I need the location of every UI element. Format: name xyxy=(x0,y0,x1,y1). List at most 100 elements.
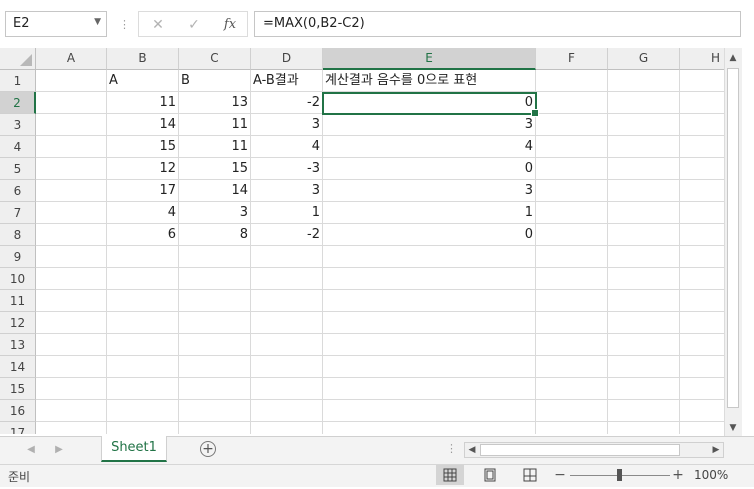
cell-g4[interactable] xyxy=(608,136,680,158)
cell-g2[interactable] xyxy=(608,92,680,114)
column-header-c[interactable]: C xyxy=(179,48,251,70)
cell-h17[interactable] xyxy=(680,422,724,434)
cell-d1[interactable]: A-B결과 xyxy=(251,70,323,92)
cell-b4[interactable]: 15 xyxy=(107,136,179,158)
scroll-left-icon[interactable]: ◀ xyxy=(466,443,478,457)
row-header-3[interactable]: 3 xyxy=(0,114,36,136)
cell-d6[interactable]: 3 xyxy=(251,180,323,202)
cell-f14[interactable] xyxy=(536,356,608,378)
cell-a12[interactable] xyxy=(36,312,107,334)
row-header-17[interactable]: 17 xyxy=(0,422,36,434)
row-header-10[interactable]: 10 xyxy=(0,268,36,290)
cell-c12[interactable] xyxy=(179,312,251,334)
cell-c16[interactable] xyxy=(179,400,251,422)
cell-a1[interactable] xyxy=(36,70,107,92)
zoom-in-button[interactable]: + xyxy=(672,466,684,484)
column-header-h[interactable]: H xyxy=(680,48,724,70)
cell-b13[interactable] xyxy=(107,334,179,356)
cell-c13[interactable] xyxy=(179,334,251,356)
cell-f1[interactable] xyxy=(536,70,608,92)
cell-h6[interactable] xyxy=(680,180,724,202)
cell-h9[interactable] xyxy=(680,246,724,268)
cell-f3[interactable] xyxy=(536,114,608,136)
cell-a6[interactable] xyxy=(36,180,107,202)
cell-h7[interactable] xyxy=(680,202,724,224)
scroll-down-icon[interactable]: ▼ xyxy=(727,422,739,434)
vertical-scroll-thumb[interactable] xyxy=(727,68,739,408)
cell-h16[interactable] xyxy=(680,400,724,422)
tab-sheet1[interactable]: Sheet1 xyxy=(101,436,167,462)
cell-h14[interactable] xyxy=(680,356,724,378)
row-header-9[interactable]: 9 xyxy=(0,246,36,268)
cell-e1[interactable]: 계산결과 음수를 0으로 표현 xyxy=(323,70,536,92)
select-all-corner[interactable] xyxy=(0,48,36,70)
zoom-slider-knob[interactable] xyxy=(617,469,622,481)
cell-d14[interactable] xyxy=(251,356,323,378)
cell-e8[interactable]: 0 xyxy=(323,224,536,246)
cell-h2[interactable] xyxy=(680,92,724,114)
cell-c7[interactable]: 3 xyxy=(179,202,251,224)
cell-g12[interactable] xyxy=(608,312,680,334)
cell-b5[interactable]: 12 xyxy=(107,158,179,180)
cell-g3[interactable] xyxy=(608,114,680,136)
cell-d11[interactable] xyxy=(251,290,323,312)
cell-f6[interactable] xyxy=(536,180,608,202)
cell-b7[interactable]: 4 xyxy=(107,202,179,224)
cell-a5[interactable] xyxy=(36,158,107,180)
row-header-16[interactable]: 16 xyxy=(0,400,36,422)
cell-f4[interactable] xyxy=(536,136,608,158)
cell-a3[interactable] xyxy=(36,114,107,136)
column-header-g[interactable]: G xyxy=(608,48,680,70)
cell-b1[interactable]: A xyxy=(107,70,179,92)
cell-e6[interactable]: 3 xyxy=(323,180,536,202)
selected-cell-e2[interactable] xyxy=(322,92,539,117)
cell-f8[interactable] xyxy=(536,224,608,246)
cell-f5[interactable] xyxy=(536,158,608,180)
cell-e5[interactable]: 0 xyxy=(323,158,536,180)
cell-g7[interactable] xyxy=(608,202,680,224)
cell-g10[interactable] xyxy=(608,268,680,290)
check-icon[interactable]: ✓ xyxy=(181,15,207,35)
cell-b14[interactable] xyxy=(107,356,179,378)
cell-b9[interactable] xyxy=(107,246,179,268)
row-header-2[interactable]: 2 xyxy=(0,92,36,114)
cell-c10[interactable] xyxy=(179,268,251,290)
cell-b15[interactable] xyxy=(107,378,179,400)
cell-h12[interactable] xyxy=(680,312,724,334)
cell-d3[interactable]: 3 xyxy=(251,114,323,136)
cell-d16[interactable] xyxy=(251,400,323,422)
close-icon[interactable]: ✕ xyxy=(145,15,171,35)
cell-a11[interactable] xyxy=(36,290,107,312)
cell-f9[interactable] xyxy=(536,246,608,268)
fill-handle[interactable] xyxy=(531,109,539,117)
cell-c8[interactable]: 8 xyxy=(179,224,251,246)
cell-a10[interactable] xyxy=(36,268,107,290)
cell-b12[interactable] xyxy=(107,312,179,334)
column-header-e[interactable]: E xyxy=(323,48,536,70)
row-header-7[interactable]: 7 xyxy=(0,202,36,224)
column-header-a[interactable]: A xyxy=(36,48,107,70)
cell-a7[interactable] xyxy=(36,202,107,224)
cell-e17[interactable] xyxy=(323,422,536,434)
cell-c6[interactable]: 14 xyxy=(179,180,251,202)
row-header-12[interactable]: 12 xyxy=(0,312,36,334)
cell-a4[interactable] xyxy=(36,136,107,158)
row-header-1[interactable]: 1 xyxy=(0,70,36,92)
cell-d17[interactable] xyxy=(251,422,323,434)
cell-b6[interactable]: 17 xyxy=(107,180,179,202)
page-layout-icon[interactable] xyxy=(476,465,504,485)
cell-d7[interactable]: 1 xyxy=(251,202,323,224)
cell-h8[interactable] xyxy=(680,224,724,246)
zoom-out-button[interactable]: − xyxy=(554,466,566,484)
plus-circle-icon[interactable]: + xyxy=(200,441,216,457)
row-header-13[interactable]: 13 xyxy=(0,334,36,356)
row-header-8[interactable]: 8 xyxy=(0,224,36,246)
row-header-5[interactable]: 5 xyxy=(0,158,36,180)
cell-h15[interactable] xyxy=(680,378,724,400)
cell-b10[interactable] xyxy=(107,268,179,290)
cell-e12[interactable] xyxy=(323,312,536,334)
cell-e14[interactable] xyxy=(323,356,536,378)
cell-d13[interactable] xyxy=(251,334,323,356)
zoom-level[interactable]: 100% xyxy=(694,468,728,482)
cell-f11[interactable] xyxy=(536,290,608,312)
